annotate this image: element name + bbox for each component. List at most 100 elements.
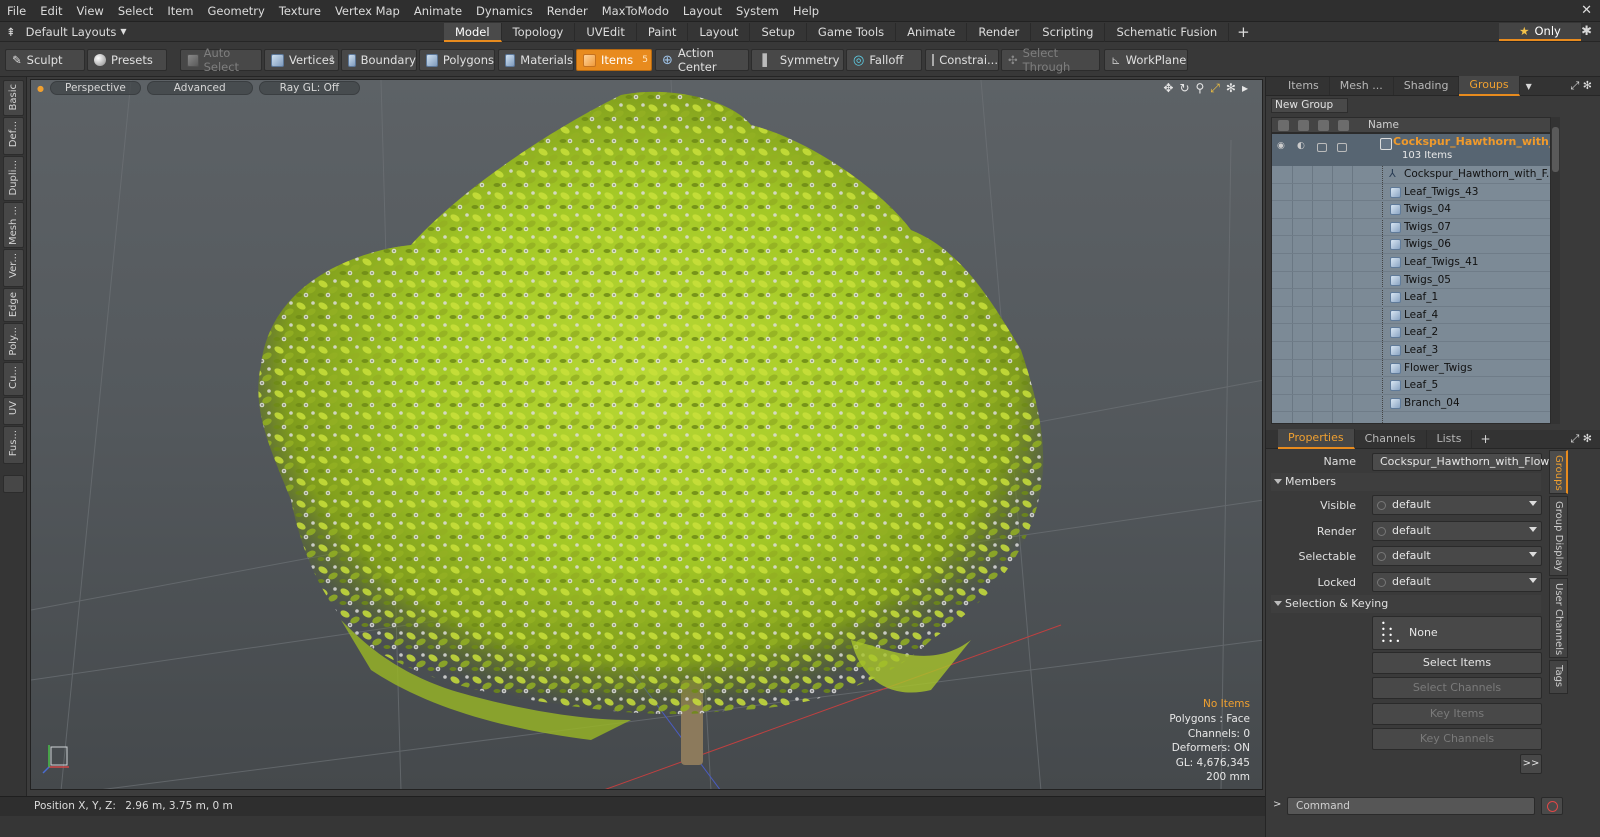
side-tab-tags[interactable]: Tags [1549, 660, 1568, 694]
select-channels-button[interactable]: Select Channels [1372, 677, 1542, 699]
menu-maxtomodo[interactable]: MaxToModo [595, 0, 676, 22]
menu-texture[interactable]: Texture [272, 0, 328, 22]
list-item[interactable]: Leaf_3 [1272, 342, 1550, 360]
menu-select[interactable]: Select [111, 0, 160, 22]
menu-geometry[interactable]: Geometry [201, 0, 272, 22]
panel-options-icon[interactable]: ⤢ ✻ [1570, 432, 1592, 446]
items-button[interactable]: Items 5 [576, 49, 652, 71]
menu-layout[interactable]: Layout [676, 0, 729, 22]
raygl-button[interactable]: Ray GL: Off [258, 81, 361, 95]
viewport-options-icon[interactable]: ● [37, 84, 44, 93]
tab-model[interactable]: Model [444, 23, 502, 42]
select-items-button[interactable]: Select Items [1372, 652, 1542, 674]
list-item[interactable]: Leaf_Twigs_43 [1272, 184, 1550, 202]
visible-dropdown[interactable]: default [1372, 495, 1542, 515]
vtab-mesh[interactable]: Mesh ... [3, 202, 24, 248]
presets-button[interactable]: Presets [87, 49, 167, 71]
sculpt-button[interactable]: ✎ Sculpt [5, 49, 85, 71]
action-center-button[interactable]: ⊕ Action Center [655, 46, 749, 74]
new-group-button[interactable]: New Group [1271, 98, 1348, 113]
tab-topology[interactable]: Topology [502, 23, 576, 42]
list-item[interactable]: Branch_04 [1272, 395, 1550, 413]
vtab-curve[interactable]: Cu... [3, 362, 24, 396]
constraints-button[interactable]: Constrai... [925, 49, 999, 71]
more-button[interactable]: >> [1520, 754, 1542, 774]
members-section[interactable]: Members [1271, 473, 1541, 491]
select-toggle-icon[interactable] [1337, 143, 1347, 152]
view-mode-button[interactable]: Perspective [49, 81, 141, 95]
close-icon[interactable]: ✕ [1581, 0, 1592, 22]
menu-item[interactable]: Item [160, 0, 200, 22]
add-tab-icon[interactable]: + [1480, 432, 1490, 446]
vtab-edge[interactable]: Edge [3, 288, 24, 322]
symmetry-button[interactable]: ▐ Symmetry [751, 49, 844, 71]
only-toggle[interactable]: ★ Only [1499, 23, 1581, 41]
render-icon[interactable]: ◐ [1297, 141, 1305, 151]
fit-view-icon[interactable]: ⤢ [1210, 81, 1220, 96]
menu-animate[interactable]: Animate [407, 0, 469, 22]
tab-shading[interactable]: Shading [1394, 77, 1460, 95]
list-item[interactable]: Leaf_5 [1272, 377, 1550, 395]
none-button[interactable]: • • • • • • • • None [1372, 616, 1542, 650]
vtab-fusion[interactable]: Fus... [3, 426, 24, 464]
scrollbar-thumb[interactable] [1552, 127, 1559, 172]
expand-arrow-icon[interactable]: ▸ [1242, 81, 1248, 96]
shading-button[interactable]: Advanced [146, 81, 253, 95]
panel-options-icon[interactable]: ⤢ ✻ [1570, 79, 1592, 93]
vtab-uv[interactable]: UV [3, 397, 24, 425]
tab-items[interactable]: Items [1278, 77, 1330, 95]
falloff-button[interactable]: ◎ Falloff [846, 49, 922, 71]
group-row[interactable]: ◉ ◐ Cockspur_Hawthorn_with_... 103 Items [1272, 134, 1550, 166]
auto-select-button[interactable]: Auto Select [180, 46, 262, 74]
list-item[interactable]: Leaf_Twigs_41 [1272, 254, 1550, 272]
tab-groups[interactable]: Groups [1459, 76, 1520, 96]
tab-game-tools[interactable]: Game Tools [807, 23, 897, 42]
vtab-duplicate[interactable]: Dupli... [3, 156, 24, 201]
side-tab-user-channels[interactable]: User Channels [1549, 578, 1568, 658]
gear-icon[interactable]: ✻ [1226, 81, 1236, 96]
list-item[interactable]: Twigs_04 [1272, 201, 1550, 219]
render-dropdown[interactable]: default [1372, 521, 1542, 541]
vtab-deform[interactable]: Def... [3, 117, 24, 155]
menu-view[interactable]: View [70, 0, 111, 22]
list-item[interactable]: Flower_Twigs [1272, 360, 1550, 378]
add-tab-icon[interactable]: + [1229, 23, 1258, 42]
vtab-basic[interactable]: Basic [3, 80, 24, 116]
menu-help[interactable]: Help [786, 0, 826, 22]
workplane-button[interactable]: ⊾ WorkPlane [1104, 49, 1188, 71]
list-item[interactable]: Twigs_06 [1272, 236, 1550, 254]
vtab-polygon[interactable]: Poly... [3, 323, 24, 361]
eye-icon[interactable]: ◉ [1277, 141, 1285, 151]
record-macro-button[interactable] [1541, 797, 1563, 815]
rotate-view-icon[interactable]: ↻ [1179, 81, 1189, 96]
tab-scripting[interactable]: Scripting [1031, 23, 1106, 42]
list-item[interactable]: ⅄ Cockspur_Hawthorn_with_F... [1272, 166, 1550, 184]
select-through-button[interactable]: ✣ Select Through [1001, 46, 1100, 74]
side-tab-groups[interactable]: Groups [1549, 450, 1568, 494]
boundary-button[interactable]: Boundary [341, 49, 417, 71]
vtab-expand[interactable] [3, 475, 24, 493]
tab-properties[interactable]: Properties [1278, 429, 1355, 449]
key-items-button[interactable]: Key Items [1372, 703, 1542, 725]
tab-lists[interactable]: Lists [1427, 430, 1473, 448]
tab-schematic-fusion[interactable]: Schematic Fusion [1105, 23, 1230, 42]
menu-system[interactable]: System [729, 0, 786, 22]
tab-animate[interactable]: Animate [896, 23, 968, 42]
layout-selector[interactable]: ⇞ Default Layouts ▼ [6, 22, 127, 42]
locked-dropdown[interactable]: default [1372, 572, 1542, 592]
list-item[interactable]: Leaf_2 [1272, 324, 1550, 342]
menu-render[interactable]: Render [540, 0, 595, 22]
move-view-icon[interactable]: ✥ [1163, 81, 1173, 96]
polygons-button[interactable]: Polygons [419, 49, 495, 71]
tab-channels[interactable]: Channels [1355, 430, 1427, 448]
vtab-vertex[interactable]: Ver... [3, 249, 24, 287]
tab-render[interactable]: Render [967, 23, 1032, 42]
list-item[interactable]: Leaf_4 [1272, 307, 1550, 325]
tab-paint[interactable]: Paint [637, 23, 689, 42]
name-field[interactable]: Cockspur_Hawthorn_with_Flower [1372, 453, 1561, 471]
materials-button[interactable]: Materials [498, 49, 574, 71]
lock-toggle-icon[interactable] [1317, 143, 1327, 152]
tab-mesh[interactable]: Mesh ... [1330, 77, 1394, 95]
list-item[interactable]: Twigs_07 [1272, 219, 1550, 237]
key-channels-button[interactable]: Key Channels [1372, 728, 1542, 750]
